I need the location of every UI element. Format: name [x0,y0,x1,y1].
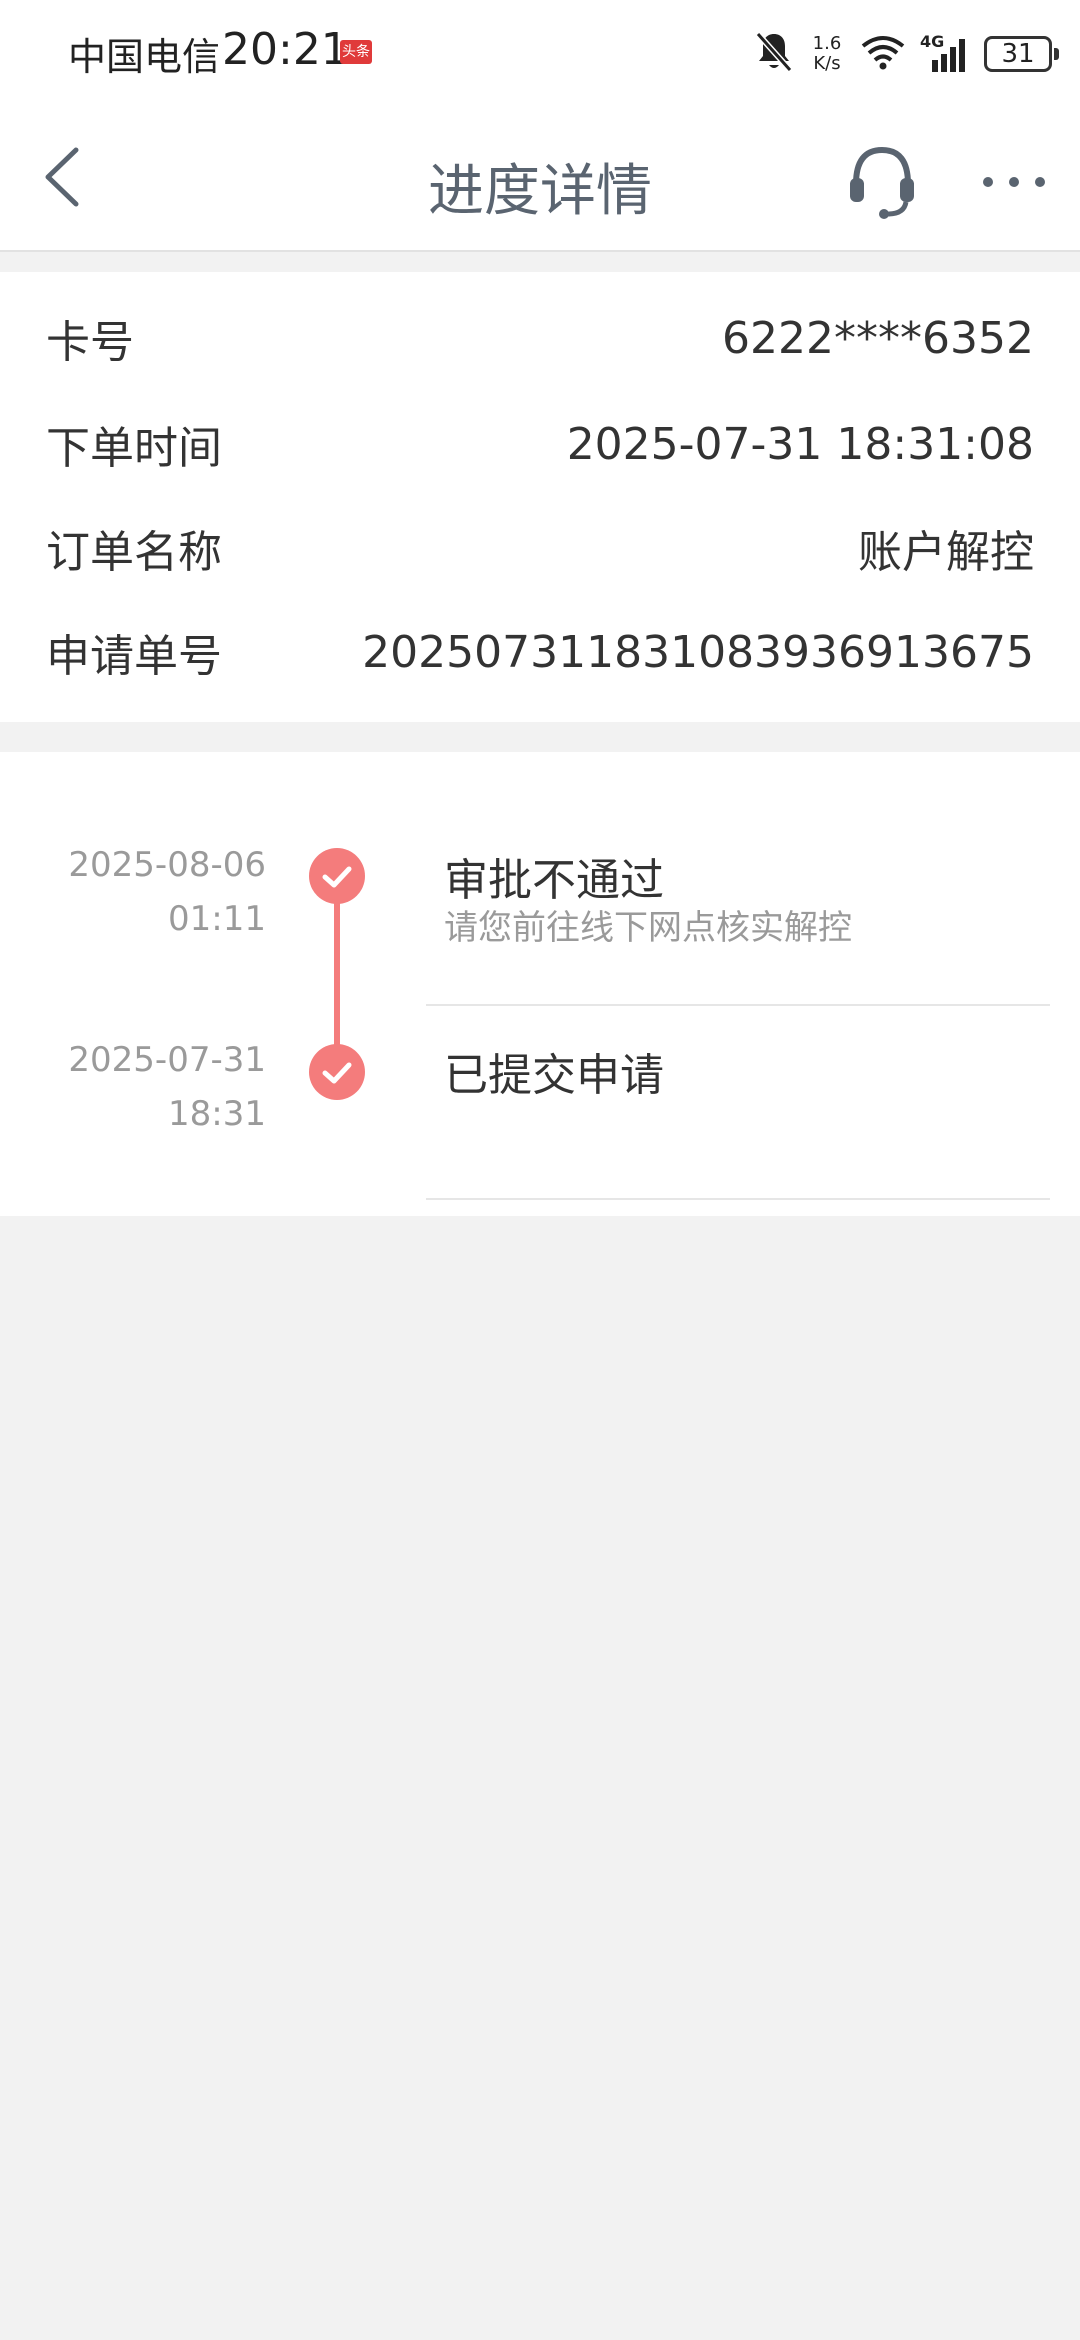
more-options-button[interactable] [980,164,1048,200]
carrier-name: 中国电信 [68,35,221,79]
order-name-value: 账户解控 [858,527,1034,578]
headset-icon [850,146,914,219]
card-number-value: 6222****6352 [722,312,1034,364]
timeline-step-2-date: 2025-07-31 [68,1040,266,1080]
timeline-step-1-date: 2025-08-06 [68,845,266,885]
application-number-value: 202507311831083936913675 [362,626,1034,678]
status-icons: 1.6 K/s 4G 31 [740,26,1059,82]
battery-level: 31 [1001,39,1035,69]
timeline-step-1-check-icon [309,848,365,904]
net-speed-value: 1.6 [812,33,842,54]
timeline-step-2-check-icon [309,1044,365,1100]
info-row-application-number: 申请单号 202507311831083936913675 [46,622,1034,683]
more-dots-icon [983,177,1045,187]
status-time: 20:21 [222,24,349,75]
timeline-step-2-title: 已提交申请 [444,1050,664,1101]
timeline-divider [426,1004,1050,1006]
order-time-value: 2025-07-31 18:31:08 [566,418,1034,470]
timeline-divider [426,1198,1050,1200]
progress-timeline: 2025-08-06 01:11 审批不通过 请您前往线下网点核实解控 2025… [0,752,1080,1216]
wifi-icon [860,34,906,74]
order-info-card: 卡号 6222****6352 下单时间 2025-07-31 18:31:08… [0,272,1080,722]
battery-icon: 31 [984,36,1059,72]
customer-service-button[interactable] [846,144,918,220]
order-time-label: 下单时间 [46,423,222,474]
news-app-icon: 头条 [340,40,372,64]
timeline-step-1-datetime: 2025-08-06 01:11 [68,838,266,946]
net-speed-unit: K/s [813,53,841,74]
timeline-step-1-time: 01:11 [168,899,266,939]
application-number-label: 申请单号 [46,631,222,682]
timeline-step-1-description: 请您前往线下网点核实解控 [444,908,852,948]
status-bar: 中国电信 20:21 头条 1.6 K/s 4G 31 [0,0,1080,104]
app-header: 进度详情 [0,104,1080,252]
network-speed: 1.6 K/s [808,34,846,74]
info-row-order-time: 下单时间 2025-07-31 18:31:08 [46,414,1034,475]
page-title: 进度详情 [428,159,652,224]
timeline-step-1-title: 审批不通过 [444,855,664,906]
info-row-order-name: 订单名称 账户解控 [46,518,1034,578]
order-name-label: 订单名称 [46,527,222,578]
card-number-label: 卡号 [46,317,134,368]
mute-bell-icon [754,30,794,78]
cellular-signal-icon: 4G [920,32,970,74]
timeline-step-2-time: 18:31 [168,1094,266,1134]
info-row-card-number: 卡号 6222****6352 [46,308,1034,369]
timeline-connector [334,876,340,1072]
timeline-step-2-datetime: 2025-07-31 18:31 [68,1033,266,1141]
